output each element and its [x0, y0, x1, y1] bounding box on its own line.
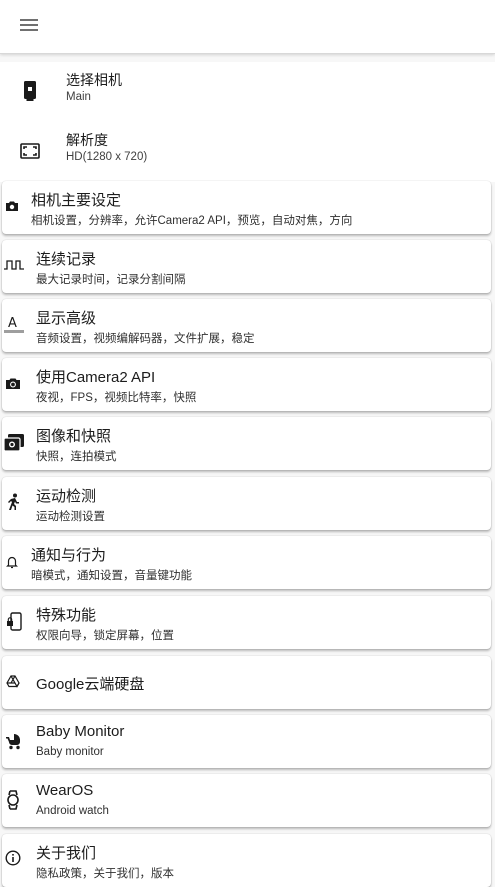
settings-card-title: 相机主要设定	[31, 192, 122, 209]
settings-card-title: Baby Monitor	[36, 723, 125, 740]
settings-card-title: 通知与行为	[31, 547, 107, 564]
phone-lock-icon	[6, 612, 24, 632]
settings-card-title: 使用Camera2 API	[36, 369, 156, 386]
phone-camera-icon	[19, 80, 41, 102]
fullscreen-frame-icon	[19, 140, 41, 162]
running-person-icon	[5, 493, 23, 511]
square-wave-icon	[4, 259, 24, 277]
select-camera-row[interactable]: 选择相机 Main	[0, 62, 495, 122]
settings-card-about-us[interactable]: 关于我们 隐私政策，关于我们，版本	[2, 834, 491, 887]
settings-card-title: Google云端硬盘	[36, 676, 145, 693]
settings-card-subtitle: Android watch	[36, 805, 109, 817]
settings-card-title: 显示高级	[36, 310, 97, 327]
settings-card-camera2-api[interactable]: 使用Camera2 API 夜视，FPS，视频比特率，快照	[2, 358, 491, 411]
settings-card-wearos[interactable]: WearOS Android watch	[2, 774, 491, 827]
svg-text:A: A	[8, 316, 17, 331]
bell-icon	[6, 555, 24, 573]
info-icon	[5, 850, 23, 868]
settings-card-special-features[interactable]: 特殊功能 权限向导，锁定屏幕，位置	[2, 596, 491, 649]
settings-card-google-drive[interactable]: Google云端硬盘	[2, 656, 491, 709]
settings-card-subtitle: 夜视，FPS，视频比特率，快照	[36, 392, 197, 404]
resolution-row[interactable]: 解析度 HD(1280 x 720)	[0, 122, 495, 182]
settings-card-title: 连续记录	[36, 251, 97, 268]
settings-card-title: WearOS	[36, 782, 94, 799]
settings-card-camera-main[interactable]: 相机主要设定 相机设置，分辨率，允许Camera2 API，预览，自动对焦，方向	[2, 181, 491, 234]
settings-card-subtitle: 暗模式，通知设置，音量键功能	[31, 570, 192, 582]
settings-card-subtitle: 运动检测设置	[36, 511, 105, 523]
text-format-icon: A	[4, 314, 26, 336]
google-drive-icon	[6, 675, 24, 693]
settings-card-subtitle: Baby monitor	[36, 746, 104, 758]
stroller-icon	[5, 732, 23, 750]
settings-card-title: 关于我们	[36, 845, 97, 862]
watch-icon	[6, 790, 24, 810]
settings-card-subtitle: 快照，连拍模式	[36, 451, 117, 463]
settings-card-title: 图像和快照	[36, 428, 112, 445]
settings-card-notifications[interactable]: 通知与行为 暗模式，通知设置，音量键功能	[2, 536, 491, 589]
burst-photo-icon	[3, 433, 25, 453]
settings-card-baby-monitor[interactable]: Baby Monitor Baby monitor	[2, 715, 491, 768]
settings-card-subtitle: 隐私政策，关于我们，版本	[36, 868, 174, 880]
resolution-value: HD(1280 x 720)	[66, 151, 148, 163]
settings-card-images-snapshots[interactable]: 图像和快照 快照，连拍模式	[2, 417, 491, 470]
select-camera-title: 选择相机	[66, 72, 122, 88]
camera-switch-icon	[5, 377, 23, 395]
settings-card-subtitle: 音频设置，视频编解码器，文件扩展，稳定	[36, 333, 255, 345]
select-camera-value: Main	[66, 91, 91, 103]
hamburger-menu-icon[interactable]	[20, 18, 38, 32]
settings-card-subtitle: 相机设置，分辨率，允许Camera2 API，预览，自动对焦，方向	[31, 215, 353, 227]
camera-icon	[5, 199, 23, 217]
settings-card-subtitle: 最大记录时间，记录分割间隔	[36, 274, 186, 286]
settings-card-motion-detection[interactable]: 运动检测 运动检测设置	[2, 477, 491, 530]
settings-card-advanced[interactable]: A 显示高级 音频设置，视频编解码器，文件扩展，稳定	[2, 299, 491, 352]
settings-card-title: 运动检测	[36, 488, 97, 505]
app-bar	[0, 0, 495, 54]
resolution-title: 解析度	[66, 132, 108, 148]
settings-card-title: 特殊功能	[36, 607, 97, 624]
settings-card-continuous-record[interactable]: 连续记录 最大记录时间，记录分割间隔	[2, 240, 491, 293]
settings-card-subtitle: 权限向导，锁定屏幕，位置	[36, 630, 174, 642]
